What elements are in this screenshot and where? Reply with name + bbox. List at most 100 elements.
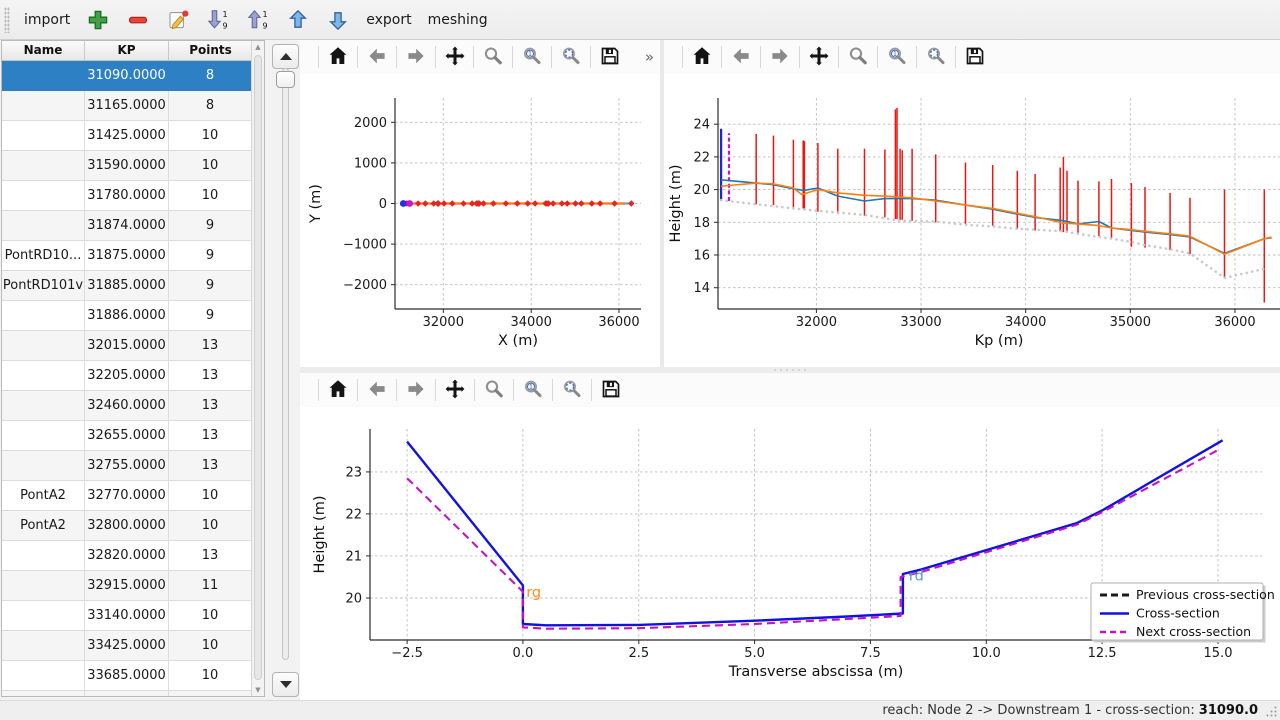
cell-name[interactable] [2,571,85,601]
cell-kp[interactable]: 31885.0000 [85,271,169,301]
remove-button[interactable] [120,5,156,35]
cell-kp[interactable]: 32915.0000 [85,571,169,601]
table-row[interactable]: 32755.000013 [2,451,264,481]
cell-kp[interactable]: 32770.0000 [85,481,169,511]
cell-points[interactable]: 10 [169,151,252,181]
edit-button[interactable] [160,5,196,35]
cell-kp[interactable]: 31886.0000 [85,301,169,331]
cell-name[interactable]: PontA2 [2,511,85,541]
table-row[interactable] [2,691,264,697]
cell-name[interactable] [2,421,85,451]
table-row[interactable]: 33140.000010 [2,601,264,631]
slider-down-button[interactable] [272,672,299,697]
table-row[interactable]: 33685.000010 [2,661,264,691]
table-row[interactable]: PontRD101v31885.00009 [2,271,264,301]
cell-kp[interactable]: 32460.0000 [85,391,169,421]
cell-points[interactable]: 10 [169,181,252,211]
export-button[interactable]: export [360,5,417,35]
cell-kp[interactable]: 31874.0000 [85,211,169,241]
sort-down-button[interactable]: 19 [200,5,236,35]
cell-kp[interactable]: 32655.0000 [85,421,169,451]
back-button[interactable] [726,43,756,71]
table-row[interactable]: PontA232770.000010 [2,481,264,511]
table-row[interactable]: 32915.000011 [2,571,264,601]
cell-name[interactable] [2,331,85,361]
cell-points[interactable]: 10 [169,601,252,631]
cell-name[interactable] [2,661,85,691]
table-row[interactable]: 32205.000013 [2,361,264,391]
zoom-one-button[interactable]: 1 [518,376,548,404]
cell-kp[interactable]: 32755.0000 [85,451,169,481]
longitudinal-profile-chart[interactable]: 3200033000340003500036000141618202224Kp … [664,74,1280,367]
table-row[interactable]: 31090.00008 [2,61,264,91]
cell-name[interactable] [2,391,85,421]
save-button[interactable] [595,43,625,71]
cell-points[interactable]: 13 [169,541,252,571]
column-header-kp[interactable]: KP [85,41,169,60]
cell-name[interactable] [2,211,85,241]
home-button[interactable] [323,376,353,404]
cell-points[interactable] [169,691,252,697]
table-row[interactable]: 31886.00009 [2,301,264,331]
table-row[interactable]: 32820.000013 [2,541,264,571]
cell-points[interactable]: 13 [169,451,252,481]
cell-points[interactable]: 8 [169,91,252,121]
cell-points[interactable]: 10 [169,661,252,691]
sort-up-button[interactable]: 19 [240,5,276,35]
table-row[interactable]: 31425.000010 [2,121,264,151]
scrollbar-down-icon[interactable]: ▼ [252,684,264,696]
cell-name[interactable] [2,451,85,481]
pan-button[interactable] [440,43,470,71]
zoom-rect-button[interactable] [479,376,509,404]
home-button[interactable] [323,43,353,71]
cell-name[interactable] [2,121,85,151]
cell-name[interactable] [2,541,85,571]
cell-name[interactable] [2,361,85,391]
pan-button[interactable] [440,376,470,404]
back-button[interactable] [362,43,392,71]
table-row[interactable]: 31780.000010 [2,181,264,211]
zoom-rect-button[interactable] [478,43,508,71]
slider-handle[interactable] [276,71,295,88]
zoom-one-button[interactable]: 1 [882,43,912,71]
cell-points[interactable]: 10 [169,481,252,511]
table-row[interactable]: 31590.000010 [2,151,264,181]
cell-points[interactable]: 10 [169,631,252,661]
cell-points[interactable]: 9 [169,241,252,271]
forward-button[interactable] [401,376,431,404]
cell-name[interactable] [2,61,85,91]
cell-points[interactable]: 11 [169,571,252,601]
cell-points[interactable]: 13 [169,391,252,421]
cell-kp[interactable]: 31090.0000 [85,61,169,91]
cell-kp[interactable]: 33140.0000 [85,601,169,631]
zoom-region-button[interactable] [921,43,951,71]
zoom-rect-button[interactable] [843,43,873,71]
cell-points[interactable]: 13 [169,421,252,451]
toolbar-drag-handle[interactable] [4,7,10,33]
cell-kp[interactable]: 31780.0000 [85,181,169,211]
cell-name[interactable] [2,631,85,661]
table-scrollbar[interactable]: ▲ ▼ [251,41,264,696]
cell-name[interactable] [2,181,85,211]
cell-name[interactable]: PontRD101v [2,271,85,301]
add-button[interactable] [80,5,116,35]
resize-grip[interactable] [1265,705,1278,718]
move-down-button[interactable] [320,5,356,35]
scrollbar-thumb[interactable] [254,55,262,680]
cell-kp[interactable]: 32800.0000 [85,511,169,541]
cell-name[interactable] [2,91,85,121]
cell-points[interactable]: 13 [169,331,252,361]
cell-points[interactable]: 8 [169,61,252,91]
cell-kp[interactable]: 32015.0000 [85,331,169,361]
cell-points[interactable]: 9 [169,211,252,241]
cell-kp[interactable]: 32205.0000 [85,361,169,391]
cell-points[interactable]: 10 [169,121,252,151]
zoom-region-button[interactable] [556,43,586,71]
zoom-one-button[interactable]: 1 [517,43,547,71]
table-row[interactable]: 31874.00009 [2,211,264,241]
pan-button[interactable] [804,43,834,71]
meshing-button[interactable]: meshing [422,5,494,35]
column-header-points[interactable]: Points [169,41,252,60]
cell-name[interactable] [2,151,85,181]
toolbar-overflow-button[interactable]: » [639,47,660,67]
